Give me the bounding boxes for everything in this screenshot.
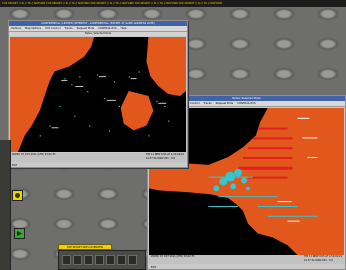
menu-control-sys[interactable]: CONTROL/SYS [98, 26, 116, 31]
classification-banner: TOP SECRET // SI // TK // NOFORN TOP SEC… [0, 0, 346, 7]
menu-control-sys[interactable]: CONTROL/SYS [237, 101, 255, 106]
status-time: TIM 11 NEW 0:05 AT 1/11/01/21 10:37 01:0… [145, 153, 184, 160]
map-canvas [10, 37, 186, 152]
menu-request-plots[interactable]: Request Plots [77, 26, 95, 31]
menu-help[interactable]: Help [121, 26, 127, 31]
status-bar: ZOOM: 07 OCT 2011 (CFR) 03:02:35 TIM 11 … [149, 255, 344, 264]
taskbar-button-6[interactable] [117, 255, 126, 265]
status-time: TIM 11 NEW 0:05 AT 1/11/01/21 10:37 01:0… [303, 255, 342, 262]
exit-button[interactable]: EXIT [151, 266, 156, 269]
map-window-primary[interactable]: CONFIDENTIAL (LIMITED) INTEREST - CONFID… [8, 20, 188, 168]
window-subtitle: Notes: Selected Mode [9, 32, 187, 36]
land-mass-island [120, 91, 154, 131]
tool-icon [15, 193, 20, 198]
yellow-tool-button[interactable] [12, 190, 23, 201]
left-tool-frame [0, 140, 11, 270]
map-view[interactable] [10, 37, 186, 152]
land-mass-east [146, 37, 186, 96]
taskbar [58, 250, 146, 270]
taskbar-button-2[interactable] [73, 255, 82, 265]
taskbar-button-7[interactable] [128, 255, 137, 265]
menu-plot-control[interactable]: Plot Control [45, 26, 60, 31]
exit-button[interactable]: EXIT [12, 164, 17, 167]
menu-map-options[interactable]: Map Options [25, 26, 41, 31]
menu-tracks[interactable]: Tracks [203, 101, 211, 106]
menu-tracks[interactable]: Tracks [64, 26, 72, 31]
menu-request-plots[interactable]: Request Plots [216, 101, 234, 106]
green-tool-button[interactable] [14, 228, 25, 239]
taskbar-button-5[interactable] [106, 255, 115, 265]
menu-options[interactable]: Options [11, 26, 21, 31]
land-mass-west [10, 37, 95, 152]
taskbar-button-3[interactable] [84, 255, 93, 265]
taskbar-button-1[interactable] [62, 255, 71, 265]
go-icon [17, 231, 22, 236]
taskbar-button-4[interactable] [95, 255, 104, 265]
status-bar: ZOOM: 07 OCT 2011 (CFR) 03:02:35 TIM 11 … [10, 153, 186, 162]
